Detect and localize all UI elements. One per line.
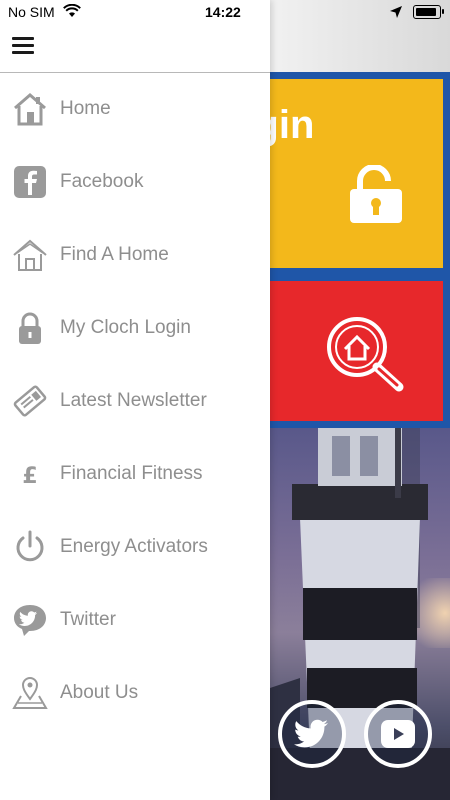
twitter-button[interactable] <box>278 700 346 768</box>
menu-item-latest-newsletter[interactable]: Latest Newsletter <box>0 365 270 438</box>
house-outline-icon <box>12 237 48 273</box>
menu-item-my-cloch-login[interactable]: My Cloch Login <box>0 292 270 365</box>
menu-label-about-us: About Us <box>60 682 139 703</box>
battery-icon <box>413 5 444 19</box>
menu-item-energy-activators[interactable]: Energy Activators <box>0 511 270 584</box>
menu-label-twitter: Twitter <box>60 609 116 630</box>
menu-label-my-cloch-login: My Cloch Login <box>60 317 191 338</box>
menu-item-financial-fitness[interactable]: £ Financial Fitness <box>0 438 270 511</box>
menu-label-financial-fitness: Financial Fitness <box>60 463 203 484</box>
map-pin-icon <box>12 675 48 711</box>
menu-label-home: Home <box>60 98 111 119</box>
menu-label-find-a-home: Find A Home <box>60 244 169 265</box>
side-drawer: Home Facebook Find A Home My Cloch Login <box>0 0 270 800</box>
power-icon <box>12 529 48 565</box>
facebook-icon <box>12 164 48 200</box>
wifi-icon <box>63 3 81 23</box>
menu-item-find-a-home[interactable]: Find A Home <box>0 219 270 292</box>
menu-item-twitter[interactable]: Twitter <box>0 584 270 657</box>
twitter-icon <box>293 718 330 755</box>
house-search-icon <box>325 315 409 398</box>
youtube-button[interactable] <box>364 700 432 768</box>
twitter-bird-icon <box>12 602 48 638</box>
menu-item-about-us[interactable]: About Us <box>0 657 270 730</box>
padlock-icon <box>12 310 48 346</box>
clock: 14:22 <box>205 4 241 20</box>
menu-item-facebook[interactable]: Facebook <box>0 146 270 219</box>
svg-text:£: £ <box>22 464 37 489</box>
menu-label-facebook: Facebook <box>60 171 144 192</box>
menu-label-latest-newsletter: Latest Newsletter <box>60 390 207 411</box>
location-arrow-icon <box>390 5 402 23</box>
carrier-label: No SIM <box>8 4 55 20</box>
pound-icon: £ <box>12 456 48 492</box>
drawer-header <box>0 26 270 73</box>
battery-level <box>416 8 436 16</box>
status-bar: No SIM 14:22 <box>0 0 450 26</box>
unlock-icon <box>346 164 408 228</box>
house-icon <box>12 91 48 127</box>
menu-icon[interactable] <box>12 37 34 55</box>
newsletter-icon <box>12 383 48 419</box>
menu-label-energy-activators: Energy Activators <box>60 536 208 557</box>
menu-item-home[interactable]: Home <box>0 73 270 146</box>
youtube-icon <box>381 720 415 753</box>
